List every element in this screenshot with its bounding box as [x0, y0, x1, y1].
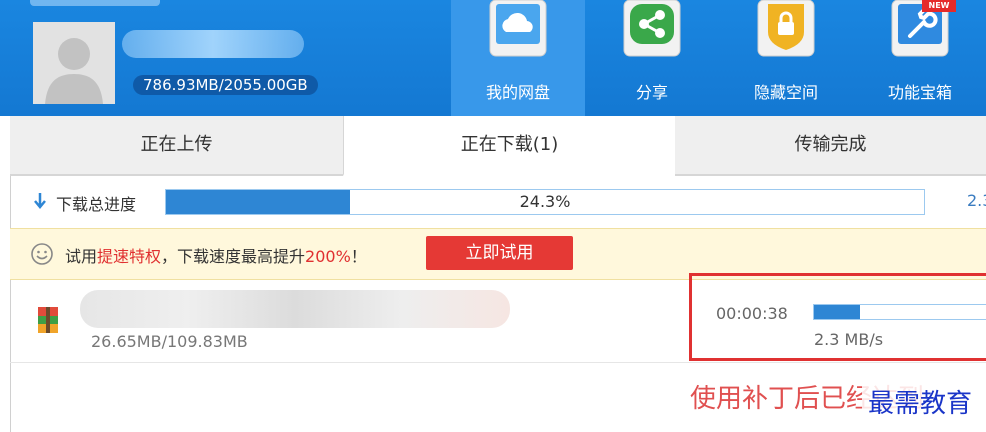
file-size: 26.65MB/109.83MB: [91, 332, 248, 351]
tab-downloading[interactable]: 正在下载(1): [343, 116, 676, 176]
blurred-app-title: [30, 0, 160, 6]
user-silhouette-icon: [45, 38, 103, 104]
overall-progress-row: 下载总进度 24.3% 2.3: [10, 178, 986, 226]
promo-text: 试用提速特权，下载速度最高提升200%！: [65, 243, 367, 267]
download-item-row[interactable]: 26.65MB/109.83MB 00:00:38 2.3 MB/s: [10, 273, 986, 363]
overall-progress-bar: 24.3%: [165, 189, 925, 215]
nav-label: 我的网盘: [485, 83, 550, 102]
nav-hidden-space[interactable]: 隐藏空间: [719, 0, 853, 116]
item-progress-fill: [814, 305, 861, 319]
nav-toolbox[interactable]: 功能宝箱: [853, 0, 986, 116]
promo-prefix: 试用: [65, 247, 98, 266]
nav-label: 分享: [635, 83, 668, 102]
tab-completed[interactable]: 传输完成: [675, 116, 986, 176]
archive-file-icon: [38, 307, 58, 333]
transfer-tabs: 正在上传 正在下载(1) 传输完成: [10, 116, 986, 176]
progress-label: 下载总进度: [56, 195, 137, 214]
storage-usage: 786.93MB/2055.00GB: [133, 75, 318, 95]
nav-my-disk[interactable]: 我的网盘: [451, 0, 585, 116]
overall-speed-partial: 2.3: [967, 191, 986, 210]
nav-label: 隐藏空间: [753, 83, 818, 102]
download-speed: 2.3 MB/s: [814, 330, 884, 349]
share-icon: [623, 0, 681, 57]
top-header: 786.93MB/2055.00GB 我的网盘 分享 隐藏空间 功能宝箱 NEW: [0, 0, 986, 116]
username-blurred: [122, 30, 304, 58]
tab-uploading[interactable]: 正在上传: [10, 116, 343, 176]
lock-icon: [757, 0, 815, 57]
nav-label: 功能宝箱: [887, 83, 952, 102]
watermark: 最需教育: [862, 383, 979, 420]
cloud-disk-icon: [489, 0, 547, 57]
time-remaining: 00:00:38: [716, 304, 788, 323]
filename-blurred: [80, 290, 510, 328]
overall-progress-percent: 24.3%: [519, 192, 571, 211]
item-progress-bar: [813, 304, 986, 320]
nav-share[interactable]: 分享: [585, 0, 719, 116]
new-badge: NEW: [922, 0, 956, 12]
promo-highlight-link[interactable]: 提速特权: [97, 247, 161, 266]
promo-middle: ，下载速度最高提升: [161, 247, 306, 266]
download-arrow-icon: [34, 193, 46, 209]
promo-percent: 200%: [305, 247, 351, 266]
smile-icon: [31, 243, 53, 265]
avatar[interactable]: [33, 22, 115, 104]
promo-suffix: ！: [350, 247, 367, 266]
try-now-button[interactable]: 立即试用: [426, 236, 573, 270]
